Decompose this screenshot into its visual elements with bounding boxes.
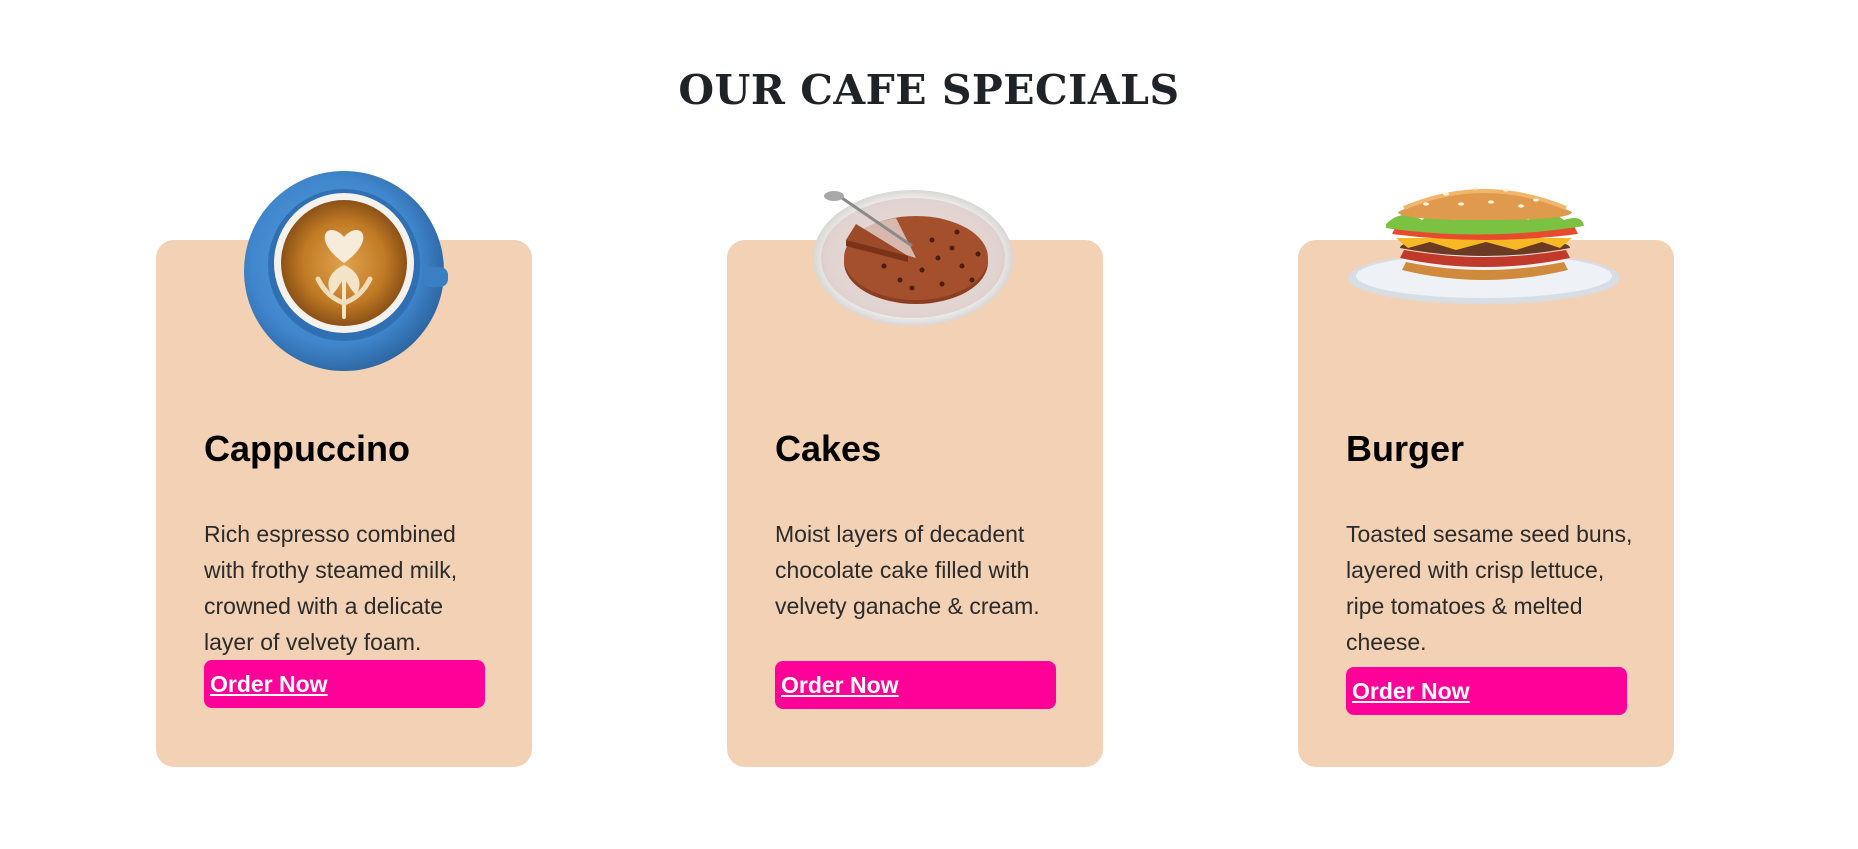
specials-section: OUR CAFE SPECIALS Cappuccino Rich espres… [0, 0, 1858, 849]
card-title: Burger [1346, 428, 1465, 469]
chocolate-cake-icon [812, 188, 1014, 328]
card-cappuccino: Cappuccino Rich espresso combined with f… [156, 171, 532, 767]
card-title: Cappuccino [204, 428, 411, 469]
section-title: OUR CAFE SPECIALS [678, 66, 1180, 114]
order-now-button[interactable]: Order Now [204, 660, 485, 708]
card-title: Cakes [775, 428, 882, 469]
card-description: Toasted sesame seed buns, layered with c… [1346, 521, 1633, 655]
card-description: Moist layers of decadent chocolate cake … [775, 521, 1040, 619]
order-now-button[interactable]: Order Now [775, 661, 1056, 709]
burger-icon [1346, 178, 1622, 308]
card-burger: Burger Toasted sesame seed buns, layered… [1298, 186, 1674, 767]
card-description: Rich espresso combined with frothy steam… [204, 521, 458, 655]
cappuccino-cup-icon [244, 167, 454, 375]
order-now-button[interactable]: Order Now [1346, 667, 1627, 715]
card-cakes: Cakes Moist layers of decadent chocolate… [727, 190, 1103, 767]
